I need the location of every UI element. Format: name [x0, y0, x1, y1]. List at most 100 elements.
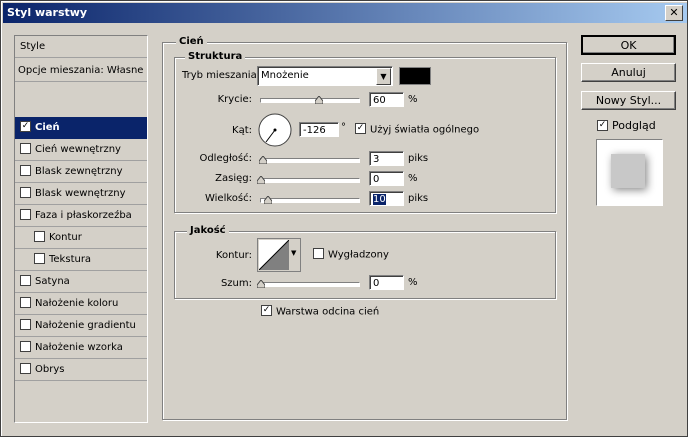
style-item[interactable]: Blask wewnętrzny: [15, 183, 147, 205]
style-item-checkbox[interactable]: [20, 340, 31, 352]
shadow-color-swatch[interactable]: [399, 67, 431, 85]
style-item-checkbox[interactable]: [20, 208, 31, 220]
close-button[interactable]: ✕: [665, 5, 683, 21]
opacity-slider[interactable]: [260, 98, 360, 103]
style-item-label: Faza i płaskorzeźba: [35, 210, 132, 221]
style-item-label: Cień: [35, 122, 60, 133]
style-item-checkbox[interactable]: [20, 362, 31, 374]
style-item-checkbox[interactable]: [20, 318, 31, 330]
style-item[interactable]: Satyna: [15, 271, 147, 293]
spread-label: Zasięg:: [215, 173, 252, 184]
angle-input[interactable]: -126: [299, 122, 339, 137]
blend-mode-value: Mnożenie: [261, 70, 309, 81]
spread-slider-thumb[interactable]: [257, 176, 265, 184]
antialias-label: Wygładzony: [328, 249, 389, 261]
layer-style-dialog: Styl warstwy ✕ Style Opcje mieszania: Wł…: [0, 0, 688, 437]
spread-slider[interactable]: [260, 178, 360, 183]
style-item[interactable]: Faza i płaskorzeźba: [15, 205, 147, 227]
style-item[interactable]: ✓ Cień: [15, 117, 147, 139]
opacity-input[interactable]: 60: [369, 92, 404, 107]
style-item-label: Tekstura: [49, 254, 92, 265]
blend-mode-label: Tryb mieszania:: [182, 70, 261, 81]
contour-label: Kontur:: [215, 250, 252, 261]
preview-label: Podgląd: [612, 119, 656, 132]
global-light-checkbox[interactable]: ✓ Użyj światła ogólnego: [355, 123, 480, 136]
antialias-check[interactable]: [313, 248, 324, 259]
style-item-label: Blask zewnętrzny: [35, 166, 123, 177]
knockout-label: Warstwa odcina cień: [276, 306, 380, 318]
style-item-checkbox[interactable]: [20, 186, 31, 198]
cancel-button[interactable]: Anuluj: [581, 63, 676, 82]
style-item[interactable]: Kontur: [15, 227, 147, 249]
contour-preview-icon: [259, 240, 289, 270]
blending-options-item[interactable]: Opcje mieszania: Własne: [15, 60, 147, 82]
distance-slider[interactable]: [260, 158, 360, 163]
preview-check[interactable]: ✓: [597, 119, 608, 131]
spread-unit: %: [408, 173, 418, 184]
title-bar[interactable]: Styl warstwy ✕: [3, 3, 687, 23]
angle-unit: °: [341, 122, 346, 133]
style-item[interactable]: Tekstura: [15, 249, 147, 271]
size-unit: piks: [408, 193, 429, 204]
style-item-label: Nałożenie gradientu: [35, 320, 136, 331]
style-item-label: Kontur: [49, 232, 82, 243]
style-item-checkbox[interactable]: [20, 164, 31, 176]
preview-swatch: [611, 154, 645, 188]
angle-dial[interactable]: [257, 112, 293, 148]
size-value: 10: [373, 194, 386, 205]
style-item-label: Satyna: [35, 276, 70, 287]
style-item-label: Obrys: [35, 364, 65, 375]
opacity-unit: %: [408, 94, 418, 105]
distance-slider-thumb[interactable]: [259, 156, 267, 164]
opacity-label: Krycie:: [217, 94, 252, 105]
knockout-checkbox[interactable]: ✓ Warstwa odcina cień: [261, 305, 380, 318]
style-item[interactable]: Obrys: [15, 359, 147, 381]
style-item-label: Blask wewnętrzny: [35, 188, 126, 199]
size-input[interactable]: 10: [369, 191, 404, 206]
structure-title: Struktura: [185, 51, 246, 62]
size-slider[interactable]: [260, 198, 360, 203]
distance-input[interactable]: 3: [369, 151, 404, 166]
style-item-checkbox[interactable]: [20, 296, 31, 308]
preview-checkbox[interactable]: ✓ Podgląd: [597, 119, 656, 132]
style-item-checkbox[interactable]: [34, 230, 45, 242]
panel-title: Cień: [176, 36, 207, 47]
noise-unit: %: [408, 277, 418, 288]
new-style-button[interactable]: Nowy Styl...: [581, 91, 676, 110]
global-light-check[interactable]: ✓: [355, 123, 366, 134]
style-item[interactable]: Nałożenie gradientu: [15, 315, 147, 337]
style-item[interactable]: Cień wewnętrzny: [15, 139, 147, 161]
opacity-slider-thumb[interactable]: [315, 96, 324, 104]
contour-chevron-down-icon[interactable]: ▼: [291, 249, 296, 257]
style-item-checkbox[interactable]: ✓: [20, 120, 31, 132]
noise-label: Szum:: [220, 278, 252, 289]
size-slider-thumb[interactable]: [264, 196, 272, 204]
noise-input[interactable]: 0: [369, 275, 404, 290]
distance-label: Odległość:: [199, 153, 252, 164]
blend-mode-select[interactable]: Mnożenie: [257, 66, 393, 86]
knockout-check[interactable]: ✓: [261, 305, 272, 316]
quality-title: Jakość: [187, 225, 229, 236]
close-icon: ✕: [669, 6, 679, 19]
style-item-checkbox[interactable]: [20, 142, 31, 154]
style-list-header[interactable]: Style: [15, 36, 147, 58]
chevron-down-icon[interactable]: ▼: [376, 68, 391, 85]
style-item-label: Nałożenie wzorka: [35, 342, 123, 353]
style-item[interactable]: Blask zewnętrzny: [15, 161, 147, 183]
style-list: Style Opcje mieszania: Własne ✓ Cień Cień …: [14, 35, 148, 423]
size-label: Wielkość:: [204, 193, 252, 204]
style-item-checkbox[interactable]: [20, 274, 31, 286]
contour-picker[interactable]: ▼: [257, 238, 301, 272]
style-item[interactable]: Nałożenie koloru: [15, 293, 147, 315]
distance-unit: piks: [408, 153, 429, 164]
angle-label: Kąt:: [232, 125, 252, 136]
global-light-label: Użyj światła ogólnego: [370, 124, 480, 136]
noise-slider-thumb[interactable]: [257, 280, 265, 288]
style-item[interactable]: Nałożenie wzorka: [15, 337, 147, 359]
antialias-checkbox[interactable]: Wygładzony: [313, 248, 389, 261]
window-title: Styl warstwy: [7, 6, 88, 19]
ok-button[interactable]: OK: [581, 35, 676, 55]
noise-slider[interactable]: [260, 282, 360, 287]
style-item-checkbox[interactable]: [34, 252, 45, 264]
spread-input[interactable]: 0: [369, 171, 404, 186]
